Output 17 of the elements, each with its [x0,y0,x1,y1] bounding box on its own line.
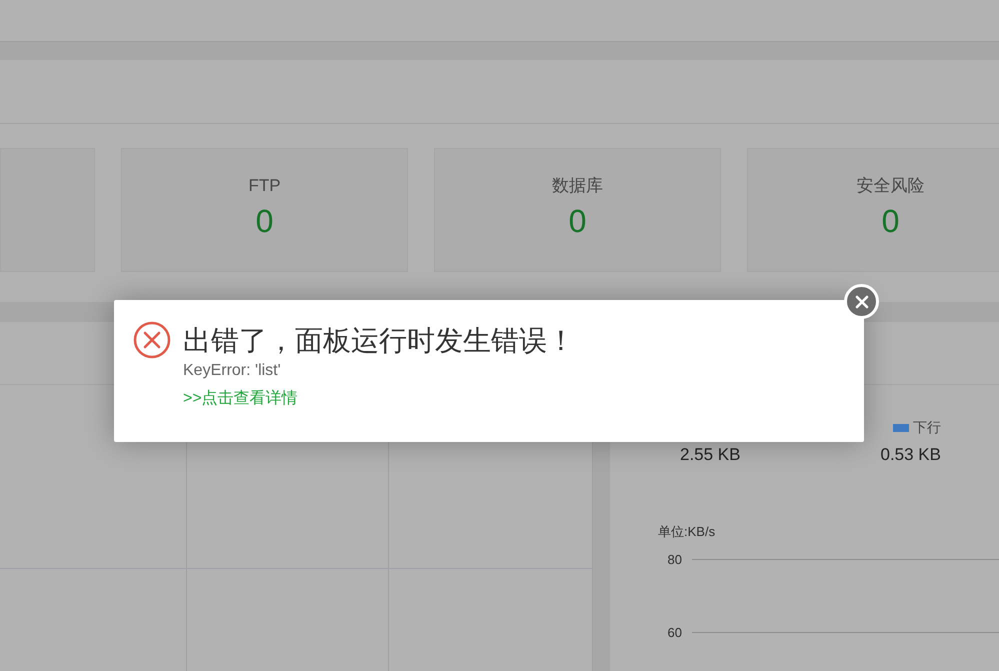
legend-label: 下行 [913,418,941,437]
error-title: 出错了，面板运行时发生错误！ [183,324,575,358]
stat-value: 0 [256,202,274,240]
close-icon [854,294,868,308]
stat-label: 安全风险 [856,175,924,197]
traffic-reading: 0.53 KB [880,444,941,466]
unit-label: 单位:KB/s [658,524,716,538]
stat-value: 0 [568,202,586,240]
stat-label: FTP [248,175,281,197]
stat-value: 0 [882,202,900,240]
details-link[interactable]: >>点击查看详情 [183,387,575,411]
traffic-reading: 2.55 KB [680,444,740,466]
error-icon [133,321,171,359]
axis-tick-label: 60 [666,624,682,642]
axis-tick-label: 80 [666,550,682,568]
stat-label: 数据库 [552,175,603,197]
error-message: KeyError: 'list' [183,361,282,381]
